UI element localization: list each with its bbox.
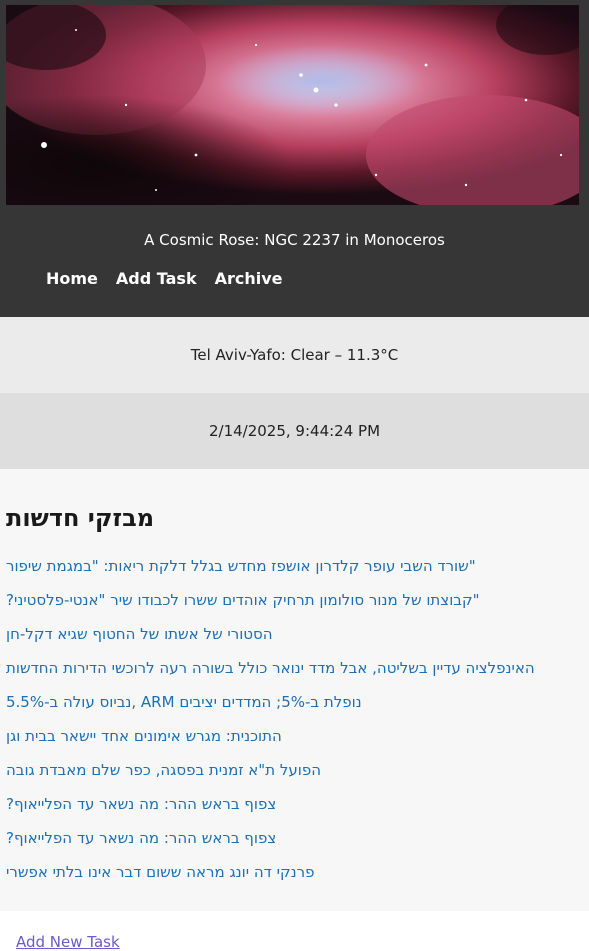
news-link[interactable]: הסטורי של אשתו של החטוף שגיא דקל-חן [6,625,273,643]
news-item: התוכנית: מגרש אימונים אחד יישאר בבית וגן [6,726,583,760]
news-heading-row: מבזקי חדשות [0,504,589,532]
nebula-hero-image [6,5,579,205]
news-link[interactable]: צפוף בראש ההר: מה נשאר עד הפלייאוף? [6,795,276,813]
news-link[interactable]: צפוף בראש ההר: מה נשאר עד הפלייאוף? [6,829,276,847]
news-item: צפוף בראש ההר: מה נשאר עד הפלייאוף? [6,828,583,862]
news-item: הסטורי של אשתו של החטוף שגיא דקל-חן [6,624,583,658]
hero-caption: A Cosmic Rose: NGC 2237 in Monoceros [144,231,445,249]
news-item: צפוף בראש ההר: מה נשאר עד הפלייאוף? [6,794,583,828]
clock-text: 2/14/2025, 9:44:24 PM [208,422,381,440]
news-link[interactable]: "קבוצתו של מנור סולומון תרחיק אוהדים ששר… [6,591,480,609]
nav-home-link[interactable]: Home [46,269,98,289]
news-item: הפועל ת"א זמנית בפסגה, כפר שלם מאבדת גוב… [6,760,583,794]
news-item: נופלת ב-5%; המדדים יציבים ARM ,נביוס עול… [6,692,583,726]
news-link[interactable]: הפועל ת"א זמנית בפסגה, כפר שלם מאבדת גוב… [6,761,321,779]
news-link[interactable]: האינפלציה עדיין בשליטה, אבל מדד ינואר כו… [6,659,535,677]
add-new-task-link[interactable]: Add New Task [16,933,120,951]
news-link[interactable]: נופלת ב-5%; המדדים יציבים ARM ,נביוס עול… [6,693,362,711]
news-link[interactable]: פרנקי דה יונג מראה ששום דבר אינו בלתי אפ… [6,863,314,881]
news-list: "שורד השבי עופר קלדרון אושפז מחדש בגלל ד… [6,556,583,896]
site-header: A Cosmic Rose: NGC 2237 in Monoceros Hom… [0,0,589,317]
weather-bar: Tel Aviv-Yafo: Clear – 11.3°C [0,317,589,393]
news-link[interactable]: התוכנית: מגרש אימונים אחד יישאר בבית וגן [6,727,282,745]
nav-add-task-link[interactable]: Add Task [116,269,197,289]
news-section: מבזקי חדשות "שורד השבי עופר קלדרון אושפז… [0,469,589,911]
news-heading: מבזקי חדשות [6,504,155,532]
news-link[interactable]: "שורד השבי עופר קלדרון אושפז מחדש בגלל ד… [6,557,476,575]
main-nav: Home Add Task Archive [46,269,283,289]
weather-text: Tel Aviv-Yafo: Clear – 11.3°C [190,346,399,364]
nav-archive-link[interactable]: Archive [215,269,283,289]
news-item: האינפלציה עדיין בשליטה, אבל מדד ינואר כו… [6,658,583,692]
news-item: "קבוצתו של מנור סולומון תרחיק אוהדים ששר… [6,590,583,624]
news-item: פרנקי דה יונג מראה ששום דבר אינו בלתי אפ… [6,862,583,896]
news-item: "שורד השבי עופר קלדרון אושפז מחדש בגלל ד… [6,556,583,590]
clock-bar: 2/14/2025, 9:44:24 PM [0,393,589,469]
